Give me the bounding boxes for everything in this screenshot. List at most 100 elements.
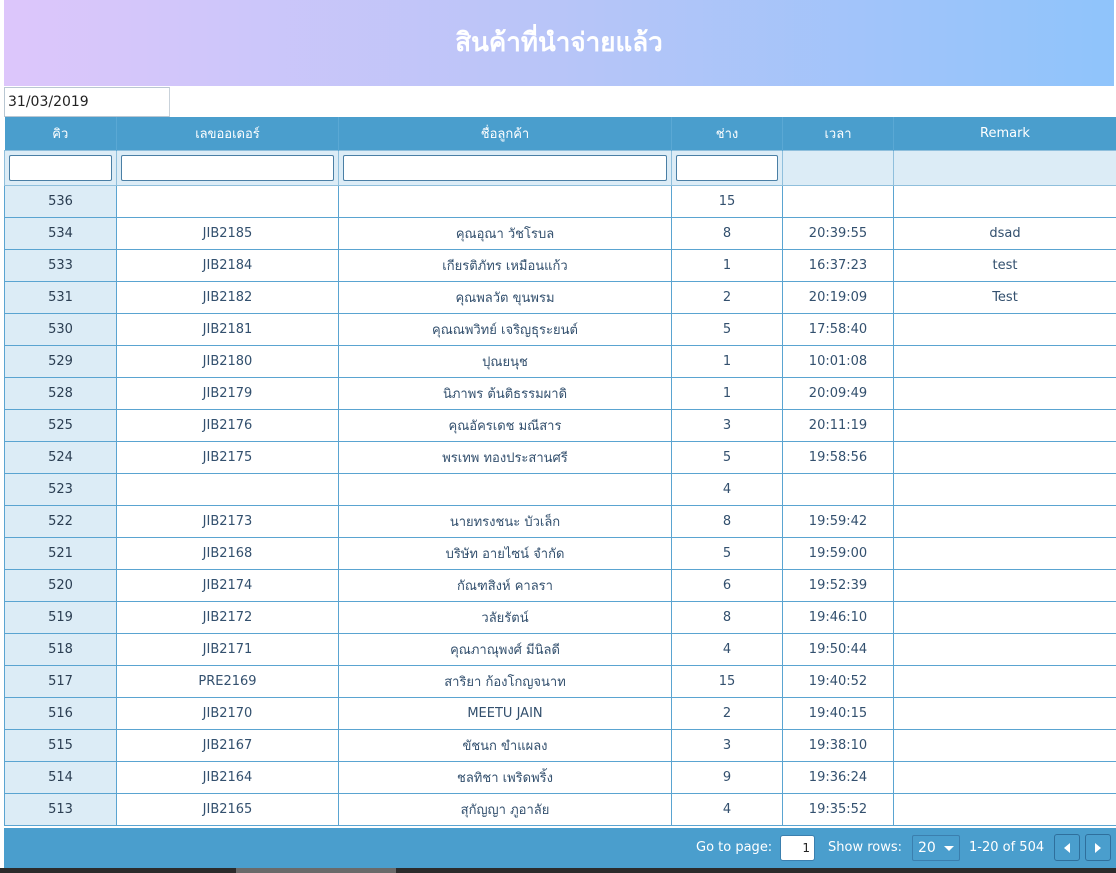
filter-cell-technician — [671, 150, 783, 186]
table-row[interactable]: 513 JIB2165 สุกัญญา ภูอาลัย 4 19:35:52 — [4, 793, 1116, 826]
previous-page-button[interactable] — [1054, 834, 1080, 861]
cell-customer: พรเทพ ทองประสานศรี — [338, 441, 672, 474]
cell-customer: คุณพลวัต ขุนพรม — [338, 281, 672, 314]
page-header: สินค้าที่นำจ่ายแล้ว — [4, 0, 1114, 86]
cell-customer — [338, 185, 672, 218]
table-row[interactable]: 523 4 — [4, 473, 1116, 506]
table-row[interactable]: 517 PRE2169 สาริยา ก้องโกญจนาท 15 19:40:52 — [4, 665, 1116, 698]
cell-order-no: JIB2180 — [116, 345, 339, 378]
rows-per-page-select[interactable]: 20 — [912, 835, 960, 861]
table-row[interactable]: 533 JIB2184 เกียรติภัทร เหมือนแก้ว 1 16:37:2… — [4, 249, 1116, 282]
table-row[interactable]: 536 15 — [4, 185, 1116, 218]
column-header-customer[interactable]: ชื่อลูกค้า — [338, 117, 672, 151]
column-header-remark[interactable]: Remark — [893, 117, 1116, 151]
cell-time: 19:36:24 — [782, 761, 894, 794]
table-row[interactable]: 520 JIB2174 กัณฑสิงห์ คาลรา 6 19:52:39 — [4, 569, 1116, 602]
table-row[interactable]: 522 JIB2173 นายทรงชนะ บัวเล็ก 8 19:59:42 — [4, 505, 1116, 538]
cell-order-no: JIB2176 — [116, 409, 339, 442]
customer-filter-input[interactable] — [343, 155, 667, 181]
scrollbar-thumb[interactable] — [236, 868, 396, 873]
cell-technician: 1 — [671, 249, 783, 282]
cell-customer: คุณอุณา วัชโรบล — [338, 217, 672, 250]
cell-customer: ขัชนก ขำแผลง — [338, 729, 672, 762]
table-row[interactable]: 534 JIB2185 คุณอุณา วัชโรบล 8 20:39:55 dsad — [4, 217, 1116, 250]
table-row[interactable]: 519 JIB2172 วลัยรัตน์ 8 19:46:10 — [4, 601, 1116, 634]
row-range-text: 1-20 of 504 — [969, 840, 1045, 855]
cell-technician: 8 — [671, 505, 783, 538]
table-row[interactable]: 529 JIB2180 ปุณยนุช 1 10:01:08 — [4, 345, 1116, 378]
table-row[interactable]: 515 JIB2167 ขัชนก ขำแผลง 3 19:38:10 — [4, 729, 1116, 762]
table-row[interactable]: 516 JIB2170 MEETU JAIN 2 19:40:15 — [4, 697, 1116, 730]
cell-customer: สุกัญญา ภูอาลัย — [338, 793, 672, 826]
cell-remark: Test — [893, 281, 1116, 314]
cell-order-no: JIB2173 — [116, 505, 339, 538]
cell-order-no: JIB2165 — [116, 793, 339, 826]
cell-order-no: JIB2184 — [116, 249, 339, 282]
table-row[interactable]: 524 JIB2175 พรเทพ ทองประสานศรี 5 19:58:56 — [4, 441, 1116, 474]
order-no-filter-input[interactable] — [121, 155, 334, 181]
column-header-time[interactable]: เวลา — [782, 117, 894, 151]
table-row[interactable]: 528 JIB2179 นิภาพร ต้นติธรรมผาดิ 1 20:09:49 — [4, 377, 1116, 410]
cell-technician: 4 — [671, 633, 783, 666]
date-field[interactable] — [4, 87, 170, 117]
cell-remark — [893, 473, 1116, 506]
cell-technician: 5 — [671, 313, 783, 346]
table-row[interactable]: 525 JIB2176 คุณอัครเดช มณีสาร 3 20:11:19 — [4, 409, 1116, 442]
cell-customer: วลัยรัตน์ — [338, 601, 672, 634]
cell-customer: คุณณพวิทย์ เจริญธุระยนต์ — [338, 313, 672, 346]
cell-time: 19:59:00 — [782, 537, 894, 570]
table-row[interactable]: 518 JIB2171 คุณภาณุพงศ์ มีนิลดี 4 19:50:44 — [4, 633, 1116, 666]
goto-page-label: Go to page: — [696, 840, 773, 855]
column-header-queue[interactable]: คิว — [4, 117, 117, 151]
cell-customer: คุณอัครเดช มณีสาร — [338, 409, 672, 442]
cell-order-no: JIB2174 — [116, 569, 339, 602]
cell-remark — [893, 633, 1116, 666]
cell-technician: 2 — [671, 697, 783, 730]
cell-technician: 5 — [671, 441, 783, 474]
cell-technician: 8 — [671, 601, 783, 634]
cell-queue: 525 — [4, 409, 117, 442]
table-row[interactable]: 514 JIB2164 ชลทิชา เพริดพริ้ง 9 19:36:24 — [4, 761, 1116, 794]
cell-queue: 517 — [4, 665, 117, 698]
table-row[interactable]: 531 JIB2182 คุณพลวัต ขุนพรม 2 20:19:09 Test — [4, 281, 1116, 314]
cell-order-no: PRE2169 — [116, 665, 339, 698]
chevron-left-icon — [1064, 843, 1070, 853]
filter-cell-remark — [893, 150, 1116, 186]
cell-remark — [893, 761, 1116, 794]
cell-order-no: JIB2179 — [116, 377, 339, 410]
technician-filter-input[interactable] — [676, 155, 778, 181]
cell-order-no — [116, 473, 339, 506]
cell-technician: 8 — [671, 217, 783, 250]
cell-customer: คุณภาณุพงศ์ มีนิลดี — [338, 633, 672, 666]
next-page-button[interactable] — [1085, 834, 1111, 861]
cell-remark — [893, 409, 1116, 442]
cell-time: 20:19:09 — [782, 281, 894, 314]
cell-remark — [893, 441, 1116, 474]
cell-time: 19:46:10 — [782, 601, 894, 634]
cell-time: 17:58:40 — [782, 313, 894, 346]
cell-customer: กัณฑสิงห์ คาลรา — [338, 569, 672, 602]
cell-queue: 522 — [4, 505, 117, 538]
column-header-order-no[interactable]: เลขออเดอร์ — [116, 117, 339, 151]
table-row[interactable]: 530 JIB2181 คุณณพวิทย์ เจริญธุระยนต์ 5 17:58… — [4, 313, 1116, 346]
cell-remark — [893, 569, 1116, 602]
queue-filter-input[interactable] — [9, 155, 112, 181]
page-number-input[interactable] — [780, 835, 815, 861]
cell-time: 19:35:52 — [782, 793, 894, 826]
cell-time: 19:52:39 — [782, 569, 894, 602]
table-header-row: คิว เลขออเดอร์ ชื่อลูกค้า ช่าง เวลา Rema… — [4, 117, 1116, 151]
cell-queue: 529 — [4, 345, 117, 378]
cell-queue: 521 — [4, 537, 117, 570]
cell-order-no: JIB2168 — [116, 537, 339, 570]
filter-cell-queue — [4, 150, 117, 186]
cell-customer: MEETU JAIN — [338, 697, 672, 730]
pagination-bar: Go to page: Show rows: 20 1-20 of 504 — [4, 828, 1116, 868]
horizontal-scrollbar[interactable] — [0, 868, 1116, 873]
cell-technician: 2 — [671, 281, 783, 314]
table-row[interactable]: 521 JIB2168 บริษัท อายไซน์ จำกัด 5 19:59:00 — [4, 537, 1116, 570]
cell-time: 19:59:42 — [782, 505, 894, 538]
cell-customer: บริษัท อายไซน์ จำกัด — [338, 537, 672, 570]
cell-queue: 515 — [4, 729, 117, 762]
column-header-technician[interactable]: ช่าง — [671, 117, 783, 151]
cell-queue: 528 — [4, 377, 117, 410]
